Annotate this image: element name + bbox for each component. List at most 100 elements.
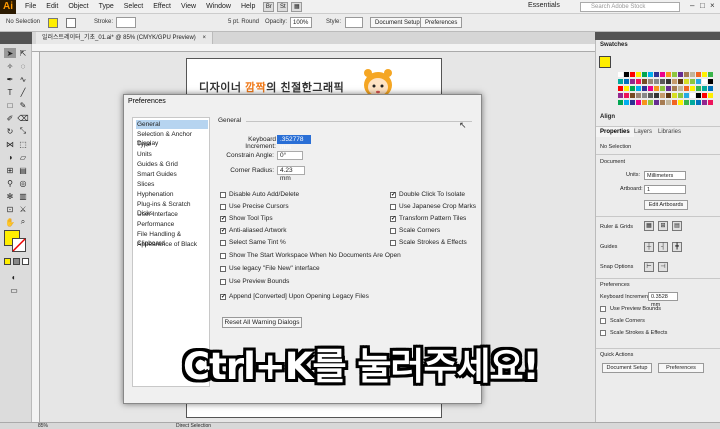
slice-tool-icon[interactable]: ⚔ (17, 204, 29, 214)
scale-strokes-checkbox[interactable] (600, 330, 606, 336)
swatch-cell[interactable] (702, 79, 707, 84)
swatch-cell[interactable] (618, 86, 623, 91)
blend-tool-icon[interactable]: ◎ (17, 178, 29, 188)
close-icon[interactable]: × (710, 1, 715, 10)
nav-appearance-black[interactable]: Appearance of Black (136, 240, 208, 249)
tab-layers[interactable]: Layers (630, 127, 656, 137)
free-transform-icon[interactable]: ⬚ (17, 139, 29, 149)
nav-performance[interactable]: Performance (136, 220, 208, 229)
swatch-cell[interactable] (636, 86, 641, 91)
tab-properties[interactable]: Properties (596, 127, 634, 137)
rotate-tool-icon[interactable]: ↻ (4, 126, 16, 136)
swatch-cell[interactable] (690, 100, 695, 105)
swatch-cell[interactable] (624, 86, 629, 91)
nav-guides-grid[interactable]: Guides & Grid (136, 160, 208, 169)
use-preview-bounds-checkbox[interactable] (600, 306, 606, 312)
document-setup-button[interactable]: Document Setup (370, 17, 425, 28)
maximize-icon[interactable]: □ (700, 1, 705, 10)
ruler-icon[interactable]: ▦ (644, 221, 654, 231)
menu-window[interactable]: Window (201, 3, 236, 10)
swatch-cell[interactable] (618, 79, 623, 84)
swatch-cell[interactable] (624, 100, 629, 105)
swatch-cell[interactable] (666, 86, 671, 91)
color-mode-icon[interactable] (4, 258, 11, 265)
artboard-tool-icon[interactable]: ⊡ (4, 204, 16, 214)
fill-swatch[interactable] (48, 18, 58, 28)
swatch-cell[interactable] (690, 93, 695, 98)
edit-artboards-button[interactable]: Edit Artboards (644, 200, 688, 210)
menu-effect[interactable]: Effect (148, 3, 176, 10)
shaper-tool-icon[interactable]: ✐ (4, 113, 16, 123)
nav-plugins[interactable]: Plug-ins & Scratch Disks (136, 200, 208, 217)
nav-type[interactable]: Type (136, 140, 208, 149)
grid-icon[interactable]: ⊞ (658, 221, 668, 231)
swatch-cell[interactable] (660, 72, 665, 77)
gradient-tool-icon[interactable]: ▤ (17, 165, 29, 175)
swatch-cell[interactable] (654, 86, 659, 91)
graph-tool-icon[interactable]: ▥ (17, 191, 29, 201)
opacity-input[interactable]: 100% (290, 17, 312, 28)
type-tool-icon[interactable]: T (4, 87, 16, 97)
snap-point-icon[interactable]: ⊢ (644, 262, 654, 272)
swatch-cell[interactable] (696, 100, 701, 105)
close-tab-icon[interactable]: × (202, 35, 206, 41)
perspective-grid-icon[interactable]: ▱ (17, 152, 29, 162)
swatch-grid[interactable] (618, 72, 718, 110)
tab-libraries[interactable]: Libraries (654, 127, 685, 137)
swatch-cell[interactable] (672, 79, 677, 84)
swatch-cell[interactable] (642, 100, 647, 105)
lasso-icon[interactable]: ◌ (17, 61, 29, 71)
swatch-cell[interactable] (684, 93, 689, 98)
current-fill-swatch[interactable] (599, 56, 611, 68)
swatch-cell[interactable] (630, 72, 635, 77)
menu-select[interactable]: Select (119, 3, 148, 10)
swatch-cell[interactable] (672, 100, 677, 105)
select-same-tint-checkbox[interactable] (220, 240, 226, 246)
swatch-cell[interactable] (660, 93, 665, 98)
swatch-cell[interactable] (636, 79, 641, 84)
document-tab[interactable]: 일러스트레이터_기초_01.ai* @ 85% (CMYK/GPU Previe… (36, 32, 213, 44)
swatch-cell[interactable] (630, 79, 635, 84)
curvature-tool-icon[interactable]: ∿ (17, 74, 29, 84)
swatch-cell[interactable] (696, 72, 701, 77)
swatch-cell[interactable] (684, 100, 689, 105)
workspace-switcher[interactable]: Essentials (528, 2, 560, 9)
show-tool-tips-checkbox[interactable] (220, 215, 226, 222)
current-tool-status[interactable]: Direct Selection (176, 423, 211, 429)
swatch-cell[interactable] (630, 93, 635, 98)
guides-lock-icon[interactable]: ┤ (658, 242, 668, 252)
stroke-swatch[interactable] (66, 18, 76, 28)
swatch-cell[interactable] (684, 86, 689, 91)
artboard-select[interactable]: 1 (644, 185, 686, 194)
swatch-cell[interactable] (666, 100, 671, 105)
bridge-button[interactable]: Br (263, 1, 275, 12)
swatch-cell[interactable] (618, 72, 623, 77)
preferences-button[interactable]: Preferences (420, 17, 463, 28)
double-click-isolate-checkbox[interactable] (390, 191, 396, 198)
nav-smart-guides[interactable]: Smart Guides (136, 170, 208, 179)
menu-type[interactable]: Type (94, 3, 119, 10)
menu-view[interactable]: View (176, 3, 201, 10)
rectangle-tool-icon[interactable]: □ (4, 100, 16, 110)
swatch-cell[interactable] (696, 79, 701, 84)
swatch-cell[interactable] (690, 79, 695, 84)
swatch-cell[interactable] (672, 72, 677, 77)
screen-mode-icon[interactable]: ▭ (8, 285, 20, 295)
zoom-tool-icon[interactable]: ⌕ (17, 217, 29, 227)
swatch-cell[interactable] (660, 86, 665, 91)
nav-file-handling[interactable]: File Handling & Clipboard (136, 230, 208, 247)
style-picker[interactable] (345, 17, 363, 28)
stroke-weight-input[interactable] (116, 17, 136, 28)
swatch-cell[interactable] (684, 79, 689, 84)
align-panel-title[interactable]: Align (600, 114, 615, 120)
legacy-file-new-checkbox[interactable] (220, 266, 226, 272)
swatch-cell[interactable] (648, 72, 653, 77)
swatch-cell[interactable] (678, 72, 683, 77)
swatch-cell[interactable] (678, 79, 683, 84)
direct-selection-tool-icon[interactable]: ⇱ (17, 48, 29, 58)
swatch-cell[interactable] (696, 86, 701, 91)
show-start-workspace-checkbox[interactable] (220, 253, 226, 259)
stock-search-input[interactable]: Search Adobe Stock (580, 2, 680, 12)
anti-aliased-checkbox[interactable] (220, 227, 226, 234)
swatch-cell[interactable] (642, 86, 647, 91)
